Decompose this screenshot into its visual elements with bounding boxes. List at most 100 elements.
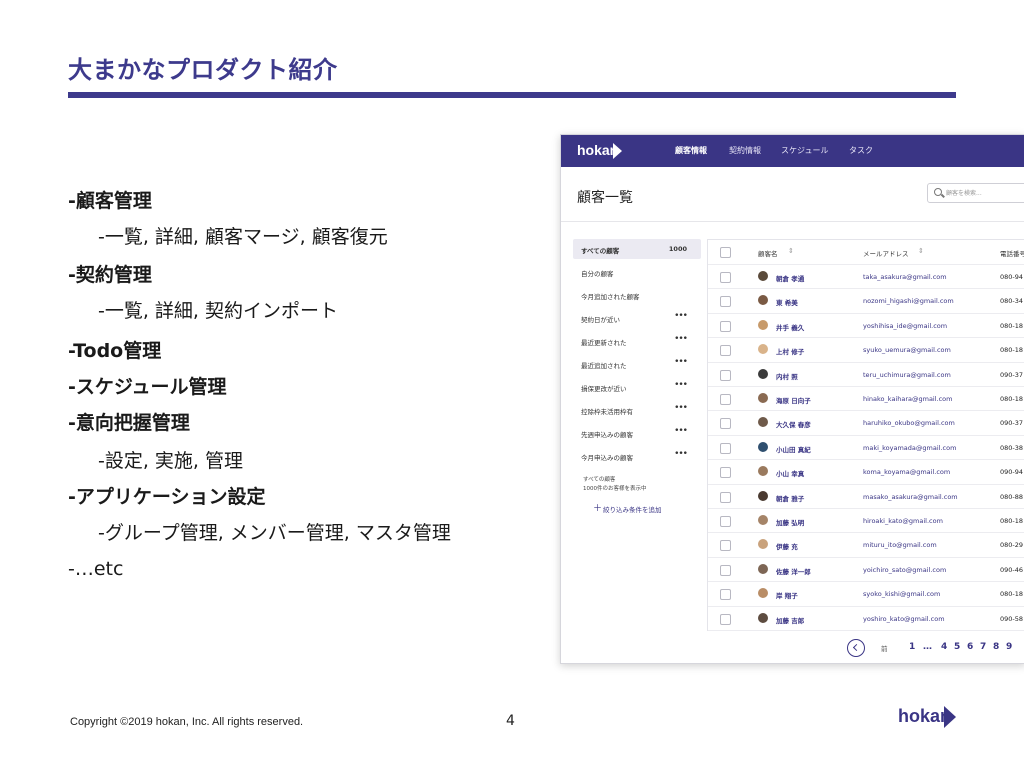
- customer-phone: 080-94: [1000, 273, 1024, 281]
- bullet-etc: -…etc: [68, 558, 124, 580]
- more-icon[interactable]: •••: [674, 311, 688, 321]
- nav-tab-tasks[interactable]: タスク: [849, 145, 873, 156]
- row-checkbox[interactable]: [720, 345, 731, 357]
- customer-name-link[interactable]: 加藤 吉郎: [776, 615, 804, 625]
- bullet-todo-management: -Todo管理: [68, 340, 162, 362]
- sidebar-item-label: 控除枠未活用枠有: [581, 408, 633, 416]
- customer-email[interactable]: taka_asakura@gmail.com: [863, 273, 947, 281]
- sidebar-item-my-customers[interactable]: 自分の顧客: [573, 262, 701, 282]
- select-all-checkbox[interactable]: [720, 247, 731, 258]
- row-checkbox[interactable]: [720, 272, 731, 283]
- customer-email[interactable]: koma_koyama@gmail.com: [863, 468, 950, 476]
- customer-name-link[interactable]: 大久保 春彦: [776, 419, 811, 429]
- page-link-7[interactable]: 7: [980, 642, 986, 652]
- avatar: [758, 466, 768, 477]
- row-checkbox[interactable]: [720, 320, 731, 332]
- sidebar-item-deduction-unused[interactable]: 控除枠未活用枠有 •••: [573, 400, 701, 420]
- customer-name-link[interactable]: 井手 義久: [776, 322, 804, 332]
- customer-name-link[interactable]: 上村 修子: [776, 346, 804, 356]
- row-checkbox[interactable]: [720, 442, 731, 454]
- customer-email[interactable]: syuko_uemura@gmail.com: [863, 346, 951, 354]
- customer-email[interactable]: hiroaki_kato@gmail.com: [863, 517, 943, 525]
- customer-name-link[interactable]: 内村 照: [776, 371, 798, 381]
- more-icon[interactable]: •••: [674, 357, 688, 367]
- plus-icon[interactable]: ＋: [593, 501, 602, 514]
- customer-name-link[interactable]: 東 希美: [776, 297, 798, 307]
- more-icon[interactable]: •••: [674, 426, 688, 436]
- page-link-1[interactable]: 1: [909, 642, 915, 652]
- row-divider: [708, 410, 1024, 412]
- more-icon[interactable]: •••: [674, 403, 688, 413]
- sidebar-item-applied-this-month[interactable]: 今月申込みの顧客 •••: [573, 446, 701, 466]
- customer-email[interactable]: teru_uchimura@gmail.com: [863, 371, 951, 379]
- avatar: [758, 539, 768, 550]
- customer-name-link[interactable]: 小山 幸真: [776, 468, 804, 478]
- sidebar-item-all-customers[interactable]: すべての顧客 1000: [573, 239, 701, 259]
- page-link-6[interactable]: 6: [967, 642, 973, 652]
- customer-email[interactable]: haruhiko_okubo@gmail.com: [863, 419, 955, 427]
- customer-email[interactable]: yoshiro_kato@gmail.com: [863, 615, 945, 623]
- customer-name-link[interactable]: 伊藤 充: [776, 541, 798, 551]
- row-checkbox[interactable]: [720, 516, 731, 527]
- previous-page-button[interactable]: [847, 639, 865, 657]
- customer-name-link[interactable]: 佐藤 洋一郎: [776, 566, 811, 576]
- customer-email[interactable]: yoshihisa_ide@gmail.com: [863, 322, 947, 330]
- customer-email[interactable]: yoichiro_sato@gmail.com: [863, 566, 946, 574]
- nav-tab-schedule[interactable]: スケジュール: [781, 145, 828, 156]
- nav-tab-customers[interactable]: 顧客情報: [675, 145, 707, 156]
- search-input[interactable]: 顧客を検索...: [927, 183, 1024, 203]
- more-icon[interactable]: •••: [674, 334, 688, 344]
- bullet-app-settings-sub: -グループ管理, メンバー管理, マスタ管理: [98, 522, 451, 544]
- page-link-5[interactable]: 5: [954, 642, 960, 652]
- sort-icon[interactable]: ⇕: [918, 247, 924, 255]
- customer-name-link[interactable]: 海原 日向子: [776, 395, 811, 405]
- avatar: [758, 441, 768, 452]
- nav-tab-contracts[interactable]: 契約情報: [729, 145, 761, 156]
- page-link-8[interactable]: 8: [993, 642, 999, 652]
- customer-email[interactable]: syoko_kishi@gmail.com: [863, 590, 940, 598]
- search-icon: [934, 188, 942, 196]
- more-icon[interactable]: •••: [674, 449, 688, 459]
- sort-icon[interactable]: ⇕: [788, 247, 794, 255]
- customer-name-link[interactable]: 朝倉 雅子: [776, 493, 804, 503]
- row-checkbox[interactable]: [720, 394, 731, 405]
- column-header-name[interactable]: 顧客名: [758, 248, 778, 258]
- sidebar-item-recently-added[interactable]: 最近追加された •••: [573, 354, 701, 374]
- customer-email[interactable]: nozomi_higashi@gmail.com: [863, 297, 954, 305]
- bullet-contract-management: -契約管理: [68, 264, 152, 286]
- row-divider: [708, 337, 1024, 339]
- row-checkbox[interactable]: [720, 296, 731, 308]
- more-icon[interactable]: •••: [674, 380, 688, 390]
- page-link-9[interactable]: 9: [1006, 642, 1012, 652]
- previous-page-label[interactable]: 前: [881, 643, 888, 653]
- row-checkbox[interactable]: [720, 418, 731, 430]
- sidebar-item-renewal-soon[interactable]: 損保更改が近い •••: [573, 377, 701, 397]
- customer-email[interactable]: maki_koyamada@gmail.com: [863, 444, 956, 452]
- customer-name-link[interactable]: 朝倉 孝通: [776, 273, 804, 283]
- row-divider: [708, 459, 1024, 461]
- customer-name-link[interactable]: 小山田 真紀: [776, 444, 811, 454]
- sidebar-item-applied-last-week[interactable]: 先週申込みの顧客 •••: [573, 423, 701, 443]
- sidebar-item-label: 損保更改が近い: [581, 385, 627, 393]
- row-checkbox[interactable]: [720, 491, 731, 503]
- row-checkbox[interactable]: [720, 613, 731, 625]
- header-row-divider: [708, 264, 1024, 265]
- add-filter-button[interactable]: 絞り込み条件を追加: [603, 504, 662, 514]
- customer-name-link[interactable]: 岸 翔子: [776, 590, 798, 600]
- customer-email[interactable]: masako_asakura@gmail.com: [863, 493, 958, 501]
- row-checkbox[interactable]: [720, 589, 731, 601]
- customer-email[interactable]: mituru_ito@gmail.com: [863, 541, 937, 549]
- row-checkbox[interactable]: [720, 369, 731, 381]
- row-checkbox[interactable]: [720, 540, 731, 552]
- customer-name-link[interactable]: 加藤 弘明: [776, 517, 804, 527]
- sidebar-item-recently-updated[interactable]: 最近更新された •••: [573, 331, 701, 351]
- column-header-email[interactable]: メールアドレス: [863, 248, 909, 258]
- customer-email[interactable]: hinako_kaihara@gmail.com: [863, 395, 953, 403]
- page-link-4[interactable]: 4: [941, 642, 947, 652]
- row-checkbox[interactable]: [720, 467, 731, 479]
- column-header-phone[interactable]: 電話番号: [1000, 248, 1024, 258]
- customer-phone: 080-18: [1000, 517, 1024, 525]
- row-checkbox[interactable]: [720, 564, 731, 576]
- sidebar-item-contract-date-soon[interactable]: 契約日が近い •••: [573, 308, 701, 328]
- sidebar-item-added-this-month[interactable]: 今月追加された顧客: [573, 285, 701, 305]
